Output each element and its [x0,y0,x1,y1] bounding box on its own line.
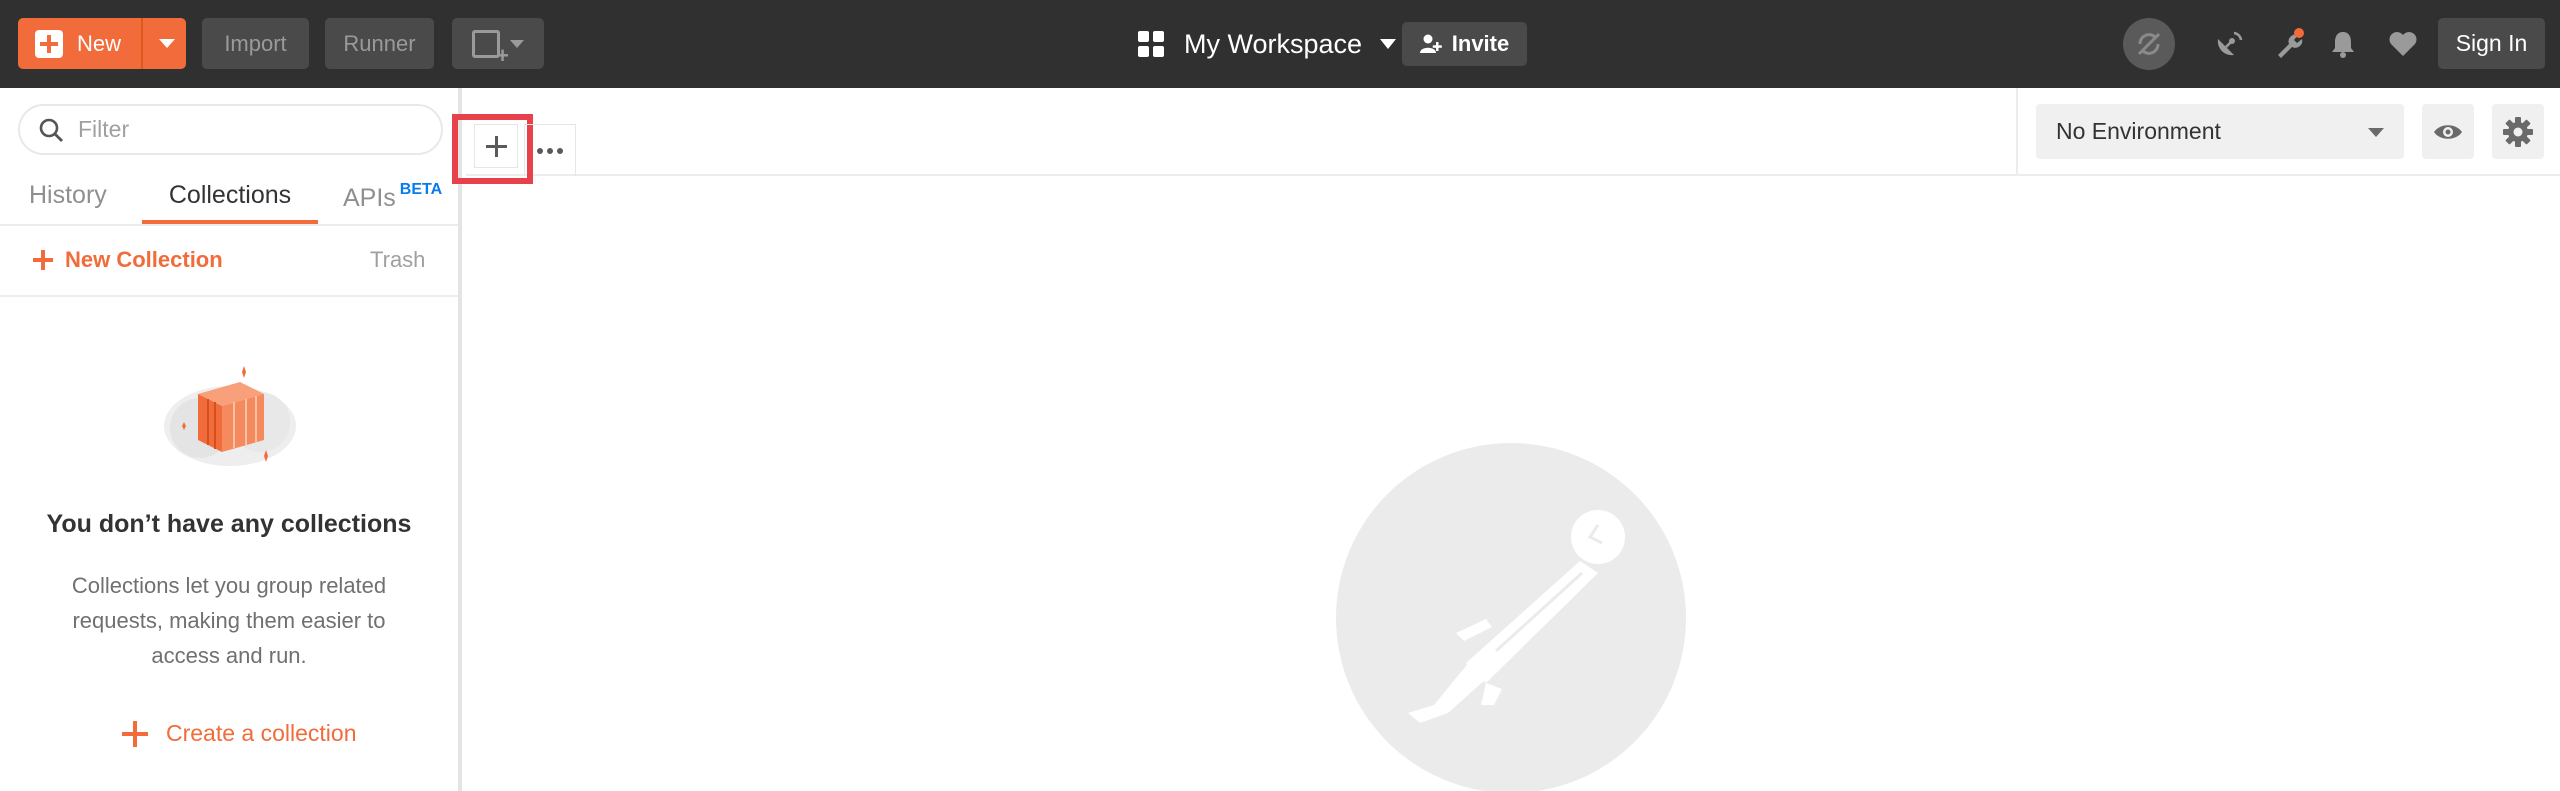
filter-field[interactable] [18,104,443,155]
favorites-button[interactable] [2383,24,2423,64]
create-collection-label: Create a collection [166,720,357,746]
new-button-label: New [77,30,122,56]
more-tabs-button[interactable] [524,124,576,176]
environment-quick-look-button[interactable] [2422,104,2474,159]
invite-label: Invite [1451,31,1510,56]
satellite-icon [2217,31,2243,56]
notifications-button[interactable] [2323,24,2363,64]
settings-menu-button[interactable] [2269,24,2309,64]
top-bar: New Import Runner My Workspace Invite [0,0,2560,88]
workspace-switcher[interactable]: My Workspace [1138,22,1397,66]
bell-icon [2332,32,2354,58]
tab-history[interactable]: History [29,181,107,210]
open-new-button[interactable] [452,18,544,69]
wrench-icon [2278,28,2304,58]
dot [537,147,543,154]
create-collection-button[interactable]: Create a collection [122,720,357,747]
manage-environments-button[interactable] [2492,104,2544,159]
chevron-down-icon [2368,128,2384,137]
workspace-label: My Workspace [1184,28,1363,59]
plus-icon [33,250,53,270]
sidebar: History Collections APIsBETA New Collect… [0,88,462,791]
import-button[interactable]: Import [202,18,309,69]
new-collection-label: New Collection [65,247,223,272]
chevron-down-icon [1380,39,1397,49]
sign-in-button[interactable]: Sign In [2438,18,2545,69]
sync-off-icon [2137,32,2161,56]
chevron-down-icon[interactable] [159,39,175,48]
collection-box-illustration [164,366,296,466]
postman-logo [1336,443,1686,791]
trash-link[interactable]: Trash [370,247,425,273]
plus-icon [122,720,148,747]
heart-icon [2389,32,2417,56]
environment-select[interactable]: No Environment [2036,104,2404,159]
tab-apis[interactable]: APIs BETA [343,181,442,213]
invite-button[interactable]: Invite [1402,22,1527,66]
sync-status-button[interactable] [2123,18,2175,70]
filter-input[interactable] [78,116,408,143]
sidebar-tabs: History Collections APIs BETA [0,176,458,224]
eye-icon [2434,124,2462,139]
dot [557,147,563,154]
divider [0,224,458,226]
new-button[interactable]: New [18,18,186,69]
new-collection-button[interactable]: New Collection [33,247,223,273]
new-button-separator [141,18,143,69]
gear-icon [2503,116,2533,147]
invite-icon [1419,34,1442,53]
empty-state-title: You don’t have any collections [46,510,412,538]
grid-icon [1138,31,1164,57]
divider [2016,88,2018,176]
divider [0,295,458,297]
environment-select-value: No Environment [2056,118,2221,144]
tab-apis-label: APIs [343,184,396,212]
chevron-down-icon [510,39,524,48]
runner-button[interactable]: Runner [325,18,434,69]
capture-requests-button[interactable] [2209,24,2249,64]
tab-collections[interactable]: Collections [142,176,318,224]
dot [547,147,553,154]
search-icon [39,118,63,142]
highlight-box [452,114,533,184]
beta-badge: BETA [399,181,443,198]
empty-state-description: Collections let you group related reques… [71,573,387,668]
plus-icon [35,29,63,58]
main-panel: No Environment [452,88,2560,791]
builder-icon [472,29,509,69]
request-tab-bar: No Environment [452,88,2560,184]
